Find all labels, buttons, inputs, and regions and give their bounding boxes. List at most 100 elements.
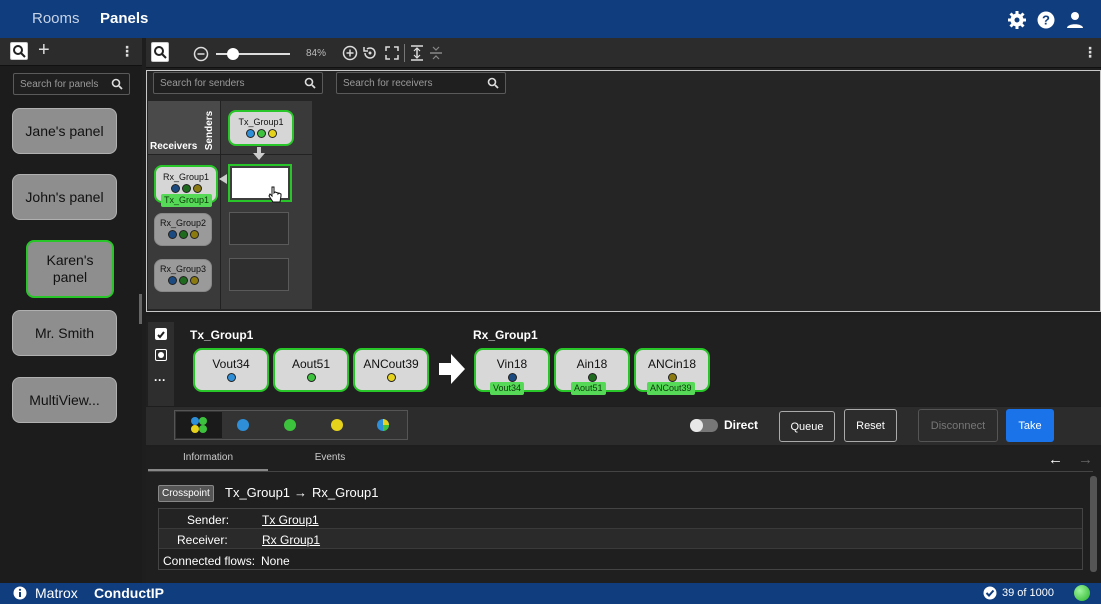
anc-dot xyxy=(189,276,199,285)
more-icon[interactable]: ··· xyxy=(154,373,166,387)
panel-karens[interactable]: Karen's panel xyxy=(26,240,114,298)
anc-dot xyxy=(267,129,277,138)
search-icon[interactable] xyxy=(151,42,169,62)
video-dot xyxy=(167,230,177,239)
sidebar-resize-handle[interactable] xyxy=(139,294,142,324)
audio-dot xyxy=(256,129,266,138)
svg-text:?: ? xyxy=(1042,13,1050,28)
reset-button[interactable]: Reset xyxy=(844,409,897,442)
tab-rooms[interactable]: Rooms xyxy=(32,10,80,27)
top-bar: Rooms Panels ? xyxy=(0,0,1101,38)
down-arrow-icon xyxy=(253,147,265,160)
crosspoint-to: Rx_Group1 xyxy=(312,485,379,500)
add-panel-icon[interactable]: + xyxy=(38,39,50,62)
receiver-node-label: Rx_Group2 xyxy=(159,218,207,228)
checkbox-icon[interactable] xyxy=(155,328,167,340)
sidebar-toolbar: + ⋮ xyxy=(0,38,142,66)
zoom-out-icon[interactable] xyxy=(193,46,209,62)
search-icon xyxy=(304,77,316,89)
crosspoint-from: Tx_Group1 xyxy=(225,485,291,500)
filter-all-button[interactable] xyxy=(176,412,222,438)
receiver-search-placeholder: Search for receivers xyxy=(343,78,433,89)
tx-flow-aout51[interactable]: Aout51 xyxy=(273,348,349,392)
sender-node-label: Tx_Group1 xyxy=(238,117,284,127)
anc-dot xyxy=(192,184,202,193)
video-dot xyxy=(170,184,180,193)
sender-link[interactable]: Tx Group1 xyxy=(262,513,319,527)
rx-group-title: Rx_Group1 xyxy=(473,328,538,342)
direct-label: Direct xyxy=(724,418,759,432)
anc-dot xyxy=(386,373,396,382)
flow-label: ANCin18 xyxy=(647,357,697,371)
video-dot xyxy=(167,276,177,285)
audio-dot xyxy=(587,373,597,382)
radio-icon[interactable] xyxy=(155,349,167,361)
panel-janes[interactable]: Jane's panel xyxy=(12,108,117,154)
tx-flow-ancout39[interactable]: ANCout39 xyxy=(353,348,429,392)
tx-flow-vout34[interactable]: Vout34 xyxy=(193,348,269,392)
zoom-level: 84% xyxy=(306,48,327,59)
license-count: 39 of 1000 xyxy=(1002,587,1054,599)
tab-events[interactable]: Events xyxy=(300,452,360,471)
crosspoint-cell[interactable] xyxy=(229,258,289,291)
matrix-toolbar: 84% ⋮ xyxy=(146,38,1101,68)
zoom-slider-thumb[interactable] xyxy=(227,48,239,60)
tab-information[interactable]: Information xyxy=(148,452,268,471)
rx-flow-source-tag: Aout51 xyxy=(571,382,606,395)
gear-icon[interactable] xyxy=(1008,11,1026,29)
panel-search-input[interactable]: Search for panels xyxy=(13,73,130,95)
expand-vertical-icon[interactable] xyxy=(410,45,424,61)
filter-mixed-button[interactable] xyxy=(376,418,390,432)
pointer-hand-icon xyxy=(268,186,282,203)
crosspoint-cell[interactable] xyxy=(229,212,289,245)
tx-group-title: Tx_Group1 xyxy=(190,328,254,342)
direct-toggle[interactable] xyxy=(690,419,718,432)
footer-bar: Matrox ConductIP 39 of 1000 xyxy=(0,583,1101,604)
panel-multiview[interactable]: MultiView... xyxy=(12,377,117,423)
filter-video-button[interactable] xyxy=(236,418,250,432)
brand-name: Matrox xyxy=(35,585,78,601)
crosspoint-badge: Crosspoint xyxy=(158,485,214,502)
user-icon[interactable] xyxy=(1066,11,1084,29)
filter-anc-button[interactable] xyxy=(330,418,344,432)
receiver-node-rx-group2[interactable]: Rx_Group2 xyxy=(154,213,212,246)
sender-search-placeholder: Search for senders xyxy=(160,78,245,89)
video-dot xyxy=(507,373,517,382)
connected-flows-label: Connected flows: xyxy=(163,554,256,568)
receiver-node-label: Rx_Group1 xyxy=(162,172,210,182)
video-dot xyxy=(245,129,255,138)
crosspoint-cell-selected[interactable] xyxy=(228,164,292,202)
receiver-link[interactable]: Rx Group1 xyxy=(262,533,320,547)
back-arrow-icon[interactable]: ← xyxy=(1048,451,1063,468)
receiver-source-tag: Tx_Group1 xyxy=(161,194,213,207)
receiver-search-input[interactable]: Search for receivers xyxy=(336,72,506,94)
sender-search-input[interactable]: Search for senders xyxy=(153,72,323,94)
info-icon[interactable] xyxy=(13,586,27,600)
search-icon[interactable] xyxy=(10,42,28,60)
collapse-vertical-icon[interactable] xyxy=(429,45,443,61)
sender-node-tx-group1[interactable]: Tx_Group1 xyxy=(228,110,294,146)
panel-mr-smith[interactable]: Mr. Smith xyxy=(12,310,117,356)
more-options-icon[interactable]: ⋮ xyxy=(1083,44,1097,61)
forward-arrow-icon[interactable]: → xyxy=(1078,451,1093,468)
panel-johns[interactable]: John's panel xyxy=(12,174,117,220)
anc-dot xyxy=(667,373,677,382)
fit-screen-icon[interactable] xyxy=(384,45,400,61)
crosspoint-arrow: → xyxy=(294,485,307,500)
tab-panels[interactable]: Panels xyxy=(100,10,148,27)
flow-label: ANCout39 xyxy=(363,357,419,371)
info-scrollbar[interactable] xyxy=(1090,476,1097,572)
take-button[interactable]: Take xyxy=(1006,409,1054,442)
filter-audio-button[interactable] xyxy=(283,418,297,432)
disconnect-button[interactable]: Disconnect xyxy=(918,409,998,442)
help-icon[interactable]: ? xyxy=(1037,11,1055,29)
flow-side-toolbar: ··· xyxy=(148,322,174,406)
verified-icon xyxy=(983,586,997,600)
sender-label: Sender: xyxy=(187,513,230,527)
panel-search-placeholder: Search for panels xyxy=(20,79,99,90)
zoom-in-icon[interactable] xyxy=(342,45,358,61)
receiver-node-rx-group3[interactable]: Rx_Group3 xyxy=(154,259,212,292)
reset-zoom-icon[interactable] xyxy=(362,45,378,61)
queue-button[interactable]: Queue xyxy=(779,411,835,442)
more-options-icon[interactable]: ⋮ xyxy=(120,43,134,60)
